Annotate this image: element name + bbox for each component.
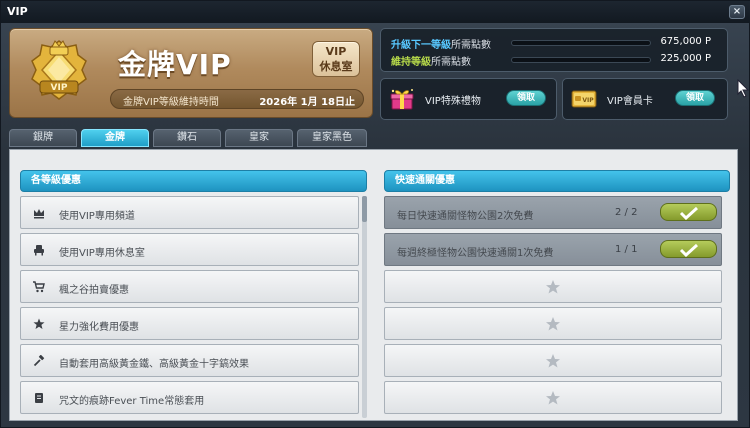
vip-special-gift-label: VIP特殊禮物 xyxy=(425,96,481,107)
quick-pass-empty-slot xyxy=(384,381,722,414)
vip-window: VIP × VIP 金牌VIP VIP 休息室 金牌VIP等級維持時間 2026… xyxy=(0,0,750,428)
quick-pass-check-button[interactable] xyxy=(660,203,717,221)
benefit-label: 楓之谷拍賣優惠 xyxy=(59,285,129,296)
vip-lounge-button[interactable]: VIP 休息室 xyxy=(312,41,360,77)
vip-grade-title: 金牌VIP xyxy=(118,48,232,81)
quick-pass-count: 2 / 2 xyxy=(615,207,638,218)
quick-pass-item[interactable]: 每日快速通關怪物公園2次免費 2 / 2 xyxy=(384,196,722,229)
armchair-icon xyxy=(34,245,44,256)
svg-text:VIP: VIP xyxy=(582,97,594,104)
quick-pass-check-button[interactable] xyxy=(660,240,717,258)
tab-royal-black[interactable]: 皇家黑色 xyxy=(297,129,367,147)
locked-star-icon xyxy=(546,354,560,368)
next-level-highlight: 升級下一等級 xyxy=(391,40,451,51)
checkmark-icon xyxy=(679,206,699,220)
quick-pass-empty-slot xyxy=(384,307,722,340)
title-bar[interactable]: VIP × xyxy=(1,1,750,23)
claim-card-button[interactable]: 領取 xyxy=(675,90,715,106)
benefits-scrollbar[interactable] xyxy=(362,196,367,418)
svg-text:VIP: VIP xyxy=(51,83,68,93)
quick-pass-empty-slot xyxy=(384,270,722,303)
maintain-points-value: 225,000 P xyxy=(660,53,711,64)
benefit-label: 使用VIP專用頻道 xyxy=(59,211,135,222)
benefit-item[interactable]: 星力強化費用優惠 xyxy=(20,307,359,340)
benefits-header: 各等級優惠 xyxy=(20,170,367,192)
next-level-progress-bar xyxy=(511,40,651,46)
vip-grade-card: VIP 金牌VIP VIP 休息室 金牌VIP等級維持時間 2026年 1月 1… xyxy=(9,28,373,118)
next-level-points-value: 675,000 P xyxy=(660,36,711,47)
scrollbar-thumb[interactable] xyxy=(362,196,367,222)
benefit-item[interactable]: 使用VIP專用休息室 xyxy=(20,233,359,266)
maintain-period-bar: 金牌VIP等級維持時間 2026年 1月 18日止 xyxy=(110,89,364,109)
grade-content-panel: 各等級優惠 快速通關優惠 使用VIP專用頻道 使用VIP專用休息室 楓之谷拍賣優… xyxy=(9,149,738,421)
hand-pointer-cursor-icon xyxy=(737,79,750,98)
vip-special-gift-panel: VIP特殊禮物 領取 xyxy=(380,78,557,120)
member-card-icon: VIP xyxy=(571,90,597,108)
vip-lounge-label-2: 休息室 xyxy=(319,60,353,73)
quick-pass-label: 每日快速通關怪物公園2次免費 xyxy=(397,211,534,222)
points-panel: 升級下一等級所需點數 675,000 P 維持等級所需點數 225,000 P xyxy=(380,28,728,72)
scroll-icon xyxy=(35,393,43,403)
benefit-item[interactable]: 自動套用高級黃金鐵、高級黃金十字鎬效果 xyxy=(20,344,359,377)
maintain-points-label: 維持等級所需點數 xyxy=(391,53,471,68)
maintain-highlight: 維持等級 xyxy=(391,57,431,68)
window-title: VIP xyxy=(7,5,28,18)
next-level-points-label: 升級下一等級所需點數 xyxy=(391,36,491,51)
benefit-label: 星力強化費用優惠 xyxy=(59,322,139,333)
tab-gold[interactable]: 金牌 xyxy=(81,129,149,147)
benefit-item[interactable]: 使用VIP專用頻道 xyxy=(20,196,359,229)
benefit-label: 使用VIP專用休息室 xyxy=(59,248,145,259)
quick-pass-header: 快速通關優惠 xyxy=(384,170,730,192)
close-button[interactable]: × xyxy=(729,5,745,19)
maintain-period-date: 2026年 1月 18日止 xyxy=(259,97,355,108)
maintain-suffix: 所需點數 xyxy=(431,57,471,68)
maintain-points-row: 維持等級所需點數 225,000 P xyxy=(391,53,721,68)
maintain-period-label: 金牌VIP等級維持時間 xyxy=(123,97,219,108)
tab-royal[interactable]: 皇家 xyxy=(225,129,293,147)
quick-pass-item[interactable]: 每週終極怪物公園快速通關1次免費 1 / 1 xyxy=(384,233,722,266)
tab-diamond[interactable]: 鑽石 xyxy=(153,129,221,147)
crown-icon xyxy=(34,209,44,219)
cart-icon xyxy=(33,281,45,293)
quick-pass-empty-slot xyxy=(384,344,722,377)
locked-star-icon xyxy=(546,280,560,294)
maintain-progress-bar xyxy=(511,57,651,63)
vip-member-card-label: VIP會員卡 xyxy=(607,96,653,107)
star-icon xyxy=(33,318,45,329)
benefit-label: 咒文的痕跡Fever Time常態套用 xyxy=(59,396,205,407)
vip-lounge-label-1: VIP xyxy=(325,45,347,58)
quick-pass-count: 1 / 1 xyxy=(615,244,638,255)
tab-silver[interactable]: 銀牌 xyxy=(9,129,77,147)
hammer-icon xyxy=(33,355,45,367)
checkmark-icon xyxy=(679,243,699,257)
claim-gift-button[interactable]: 領取 xyxy=(506,90,546,106)
benefit-item[interactable]: 楓之谷拍賣優惠 xyxy=(20,270,359,303)
next-level-points-row: 升級下一等級所需點數 675,000 P xyxy=(391,36,721,51)
gold-vip-emblem-icon: VIP xyxy=(31,40,87,100)
next-level-suffix: 所需點數 xyxy=(451,40,491,51)
locked-star-icon xyxy=(546,391,560,405)
locked-star-icon xyxy=(546,317,560,331)
gift-box-icon xyxy=(390,89,414,110)
benefit-item[interactable]: 咒文的痕跡Fever Time常態套用 xyxy=(20,381,359,414)
quick-pass-label: 每週終極怪物公園快速通關1次免費 xyxy=(397,248,554,259)
benefit-label: 自動套用高級黃金鐵、高級黃金十字鎬效果 xyxy=(59,359,249,370)
vip-member-card-panel: VIP VIP會員卡 領取 xyxy=(562,78,728,120)
